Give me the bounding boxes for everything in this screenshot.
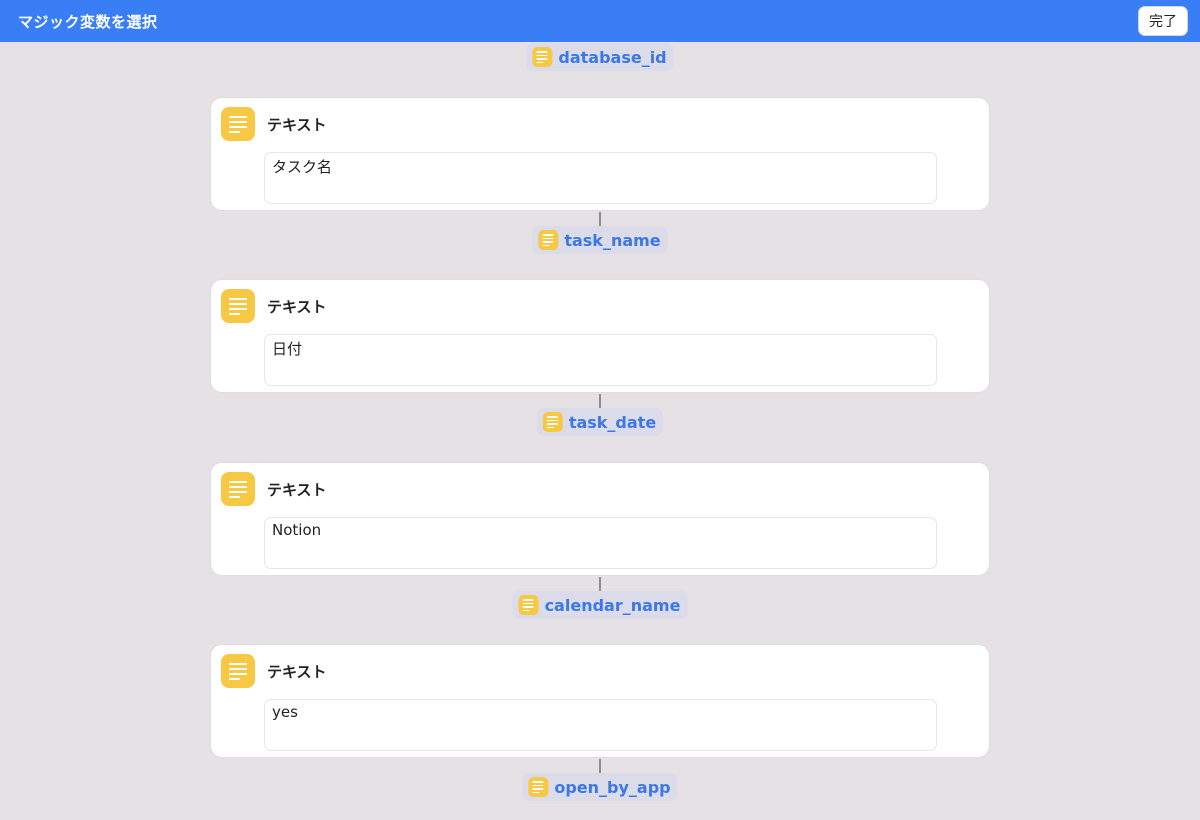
text-lines-icon bbox=[221, 472, 255, 506]
action-title: テキスト bbox=[267, 298, 327, 316]
action-title: テキスト bbox=[267, 481, 327, 499]
variable-label: task_name bbox=[564, 230, 661, 250]
top-bar: マジック変数を選択 完了 bbox=[0, 0, 1200, 42]
text-lines-icon bbox=[221, 654, 255, 688]
text-input-field[interactable]: タスク名 bbox=[264, 152, 937, 204]
text-lines-icon bbox=[538, 230, 559, 250]
magic-variable-database-id[interactable]: database_id bbox=[526, 43, 674, 71]
variable-label: task_date bbox=[568, 412, 657, 432]
action-title: テキスト bbox=[267, 116, 327, 134]
connector-line bbox=[599, 759, 601, 773]
connector-line bbox=[599, 394, 601, 408]
text-lines-icon bbox=[528, 777, 549, 797]
text-input-field[interactable]: Notion bbox=[264, 517, 937, 569]
magic-variable-calendar-name[interactable]: calendar_name bbox=[512, 591, 688, 619]
text-input-field[interactable]: yes bbox=[264, 699, 937, 751]
text-lines-icon bbox=[532, 47, 553, 67]
magic-variable-open-by-app[interactable]: open_by_app bbox=[522, 773, 678, 801]
variable-label: calendar_name bbox=[544, 595, 681, 615]
text-lines-icon bbox=[221, 289, 255, 323]
variable-label: open_by_app bbox=[554, 777, 671, 797]
magic-variable-task-date[interactable]: task_date bbox=[536, 408, 664, 436]
page-title: マジック変数を選択 bbox=[18, 12, 158, 31]
magic-variable-task-name[interactable]: task_name bbox=[532, 226, 668, 254]
workflow-canvas: database_id テキスト タスク名 task_name テキスト 日付 … bbox=[0, 42, 1200, 820]
text-lines-icon bbox=[518, 595, 539, 615]
action-title: テキスト bbox=[267, 663, 327, 681]
text-input-field[interactable]: 日付 bbox=[264, 334, 937, 386]
connector-line bbox=[599, 577, 601, 591]
text-action-card[interactable]: テキスト Notion bbox=[210, 462, 990, 576]
text-action-card[interactable]: テキスト 日付 bbox=[210, 279, 990, 393]
done-button[interactable]: 完了 bbox=[1138, 6, 1188, 36]
text-lines-icon bbox=[221, 107, 255, 141]
variable-label: database_id bbox=[558, 47, 667, 67]
text-lines-icon bbox=[542, 412, 563, 432]
text-action-card[interactable]: テキスト タスク名 bbox=[210, 97, 990, 211]
connector-line bbox=[599, 212, 601, 226]
text-action-card[interactable]: テキスト yes bbox=[210, 644, 990, 758]
